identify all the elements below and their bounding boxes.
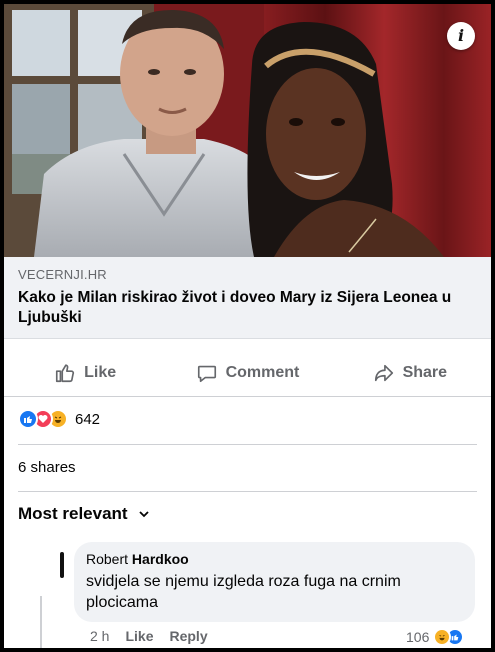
comment-icon xyxy=(197,365,216,382)
link-preview[interactable]: VECERNJI.HR Kako je Milan riskirao život… xyxy=(4,257,491,339)
info-icon[interactable]: i xyxy=(447,22,475,50)
avatar[interactable] xyxy=(60,552,64,578)
comment-button[interactable]: Comment xyxy=(166,353,328,393)
comment-reaction-summary[interactable]: 106 xyxy=(406,628,465,646)
comment-time[interactable]: 2 h xyxy=(90,628,109,644)
comment-like-button[interactable]: Like xyxy=(125,628,153,644)
like-icon xyxy=(18,409,38,429)
share-icon xyxy=(374,364,393,381)
comment-reply-button[interactable]: Reply xyxy=(169,628,207,644)
divider xyxy=(18,444,477,445)
post-photo[interactable]: i xyxy=(4,4,491,257)
comment-author[interactable]: Robert Hardkoo xyxy=(86,551,463,567)
post-actions: Like Comment Share xyxy=(4,349,491,397)
link-domain: VECERNJI.HR xyxy=(18,267,107,282)
like-label: Like xyxy=(84,363,117,381)
share-count[interactable]: 6 shares xyxy=(18,459,76,476)
link-headline: Kako je Milan riskirao život i doveo Mar… xyxy=(18,289,452,326)
reaction-count: 642 xyxy=(75,410,101,428)
share-label: Share xyxy=(402,363,448,381)
comment-bubble: Robert Hardkoo svidjela se njemu izgleda… xyxy=(74,542,475,622)
divider xyxy=(18,491,477,492)
chevron-down-icon xyxy=(138,511,149,518)
comment-text: svidjela se njemu izgleda roza fuga na c… xyxy=(86,573,401,611)
thread-line xyxy=(40,596,42,648)
share-button[interactable]: Share xyxy=(329,353,491,393)
thumbs-up-icon xyxy=(56,363,75,382)
comment-sort-dropdown[interactable]: Most relevant xyxy=(18,504,150,524)
reaction-summary[interactable]: 642 xyxy=(18,406,100,432)
comment-reaction-count: 106 xyxy=(406,629,430,645)
post-card: i VECERNJI.HR Kako je Milan riskirao živ… xyxy=(4,4,491,648)
author-first-name: Robert xyxy=(86,551,132,567)
author-last-name: Hardkoo xyxy=(131,551,189,567)
comment-meta: 2 h Like Reply xyxy=(90,628,208,644)
comment-label: Comment xyxy=(225,363,300,381)
like-button[interactable]: Like xyxy=(4,353,166,393)
sort-label: Most relevant xyxy=(18,504,128,523)
